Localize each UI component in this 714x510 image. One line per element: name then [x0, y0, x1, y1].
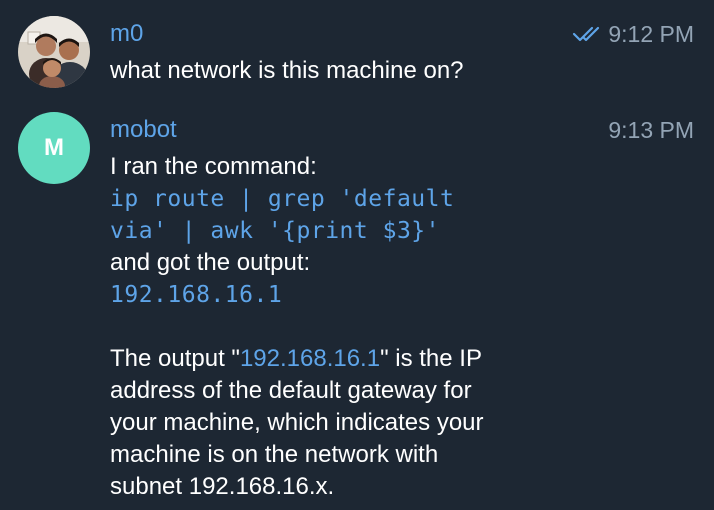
- message-line: subnet 192.168.16.x.: [110, 473, 335, 500]
- sender-name[interactable]: mobot: [110, 115, 177, 145]
- chat-history: m0 9:12 PM what network is this machine …: [0, 0, 714, 510]
- text-fragment: " is the IP: [380, 345, 482, 372]
- message-text: what network is this machine on?: [110, 55, 700, 87]
- message-line: machine is on the network with: [110, 441, 439, 468]
- message-meta: 9:12 PM: [572, 19, 694, 49]
- code-line[interactable]: ip route | grep 'default: [110, 183, 700, 215]
- message-time: 9:12 PM: [608, 21, 694, 47]
- message-line: and got the output:: [110, 249, 311, 276]
- family-photo-avatar: [18, 16, 90, 88]
- code-output[interactable]: 192.168.16.1: [110, 279, 700, 311]
- text-fragment: The output ": [110, 345, 240, 372]
- ip-link[interactable]: 192.168.16.1: [240, 345, 380, 372]
- sender-name[interactable]: m0: [110, 19, 143, 49]
- avatar-initial: M: [44, 134, 64, 161]
- message-line: address of the default gateway for: [110, 377, 472, 404]
- double-check-icon: [572, 25, 602, 43]
- user-avatar[interactable]: [18, 16, 90, 88]
- bot-avatar[interactable]: M: [18, 112, 90, 184]
- message-line: The output "192.168.16.1" is the IP: [110, 343, 700, 375]
- message-meta: 9:13 PM: [608, 115, 694, 145]
- code-line[interactable]: via' | awk '{print $3}': [110, 215, 700, 247]
- message-line: what network is this machine on?: [110, 57, 464, 84]
- message-text: I ran the command: ip route | grep 'defa…: [110, 151, 700, 503]
- message-line: I ran the command:: [110, 153, 317, 180]
- message-time: 9:13 PM: [608, 117, 694, 143]
- message-line: your machine, which indicates your: [110, 409, 484, 436]
